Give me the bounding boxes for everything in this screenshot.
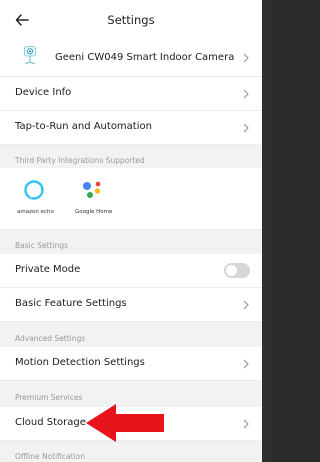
tap-to-run-label: Tap-to-Run and Automation xyxy=(15,121,152,132)
settings-screen: Settings Geeni CW049 Smart Indoor Camera… xyxy=(0,0,262,462)
section-label: Premium Services xyxy=(15,393,83,402)
app-header: Settings xyxy=(0,0,262,40)
page-title: Settings xyxy=(107,13,155,27)
chevron-right-icon xyxy=(243,419,249,429)
window-edge xyxy=(262,0,271,462)
chevron-right-icon xyxy=(243,123,249,133)
camera-icon xyxy=(24,46,36,65)
google-home-caption: Google Home xyxy=(75,209,113,215)
basic-feature-label: Basic Feature Settings xyxy=(15,298,127,309)
motion-detection-row[interactable]: Motion Detection Settings xyxy=(0,347,262,381)
device-name: Geeni CW049 Smart Indoor Camera xyxy=(55,52,235,63)
private-mode-label: Private Mode xyxy=(15,264,81,275)
section-label: Offline Notification xyxy=(15,452,86,461)
chevron-right-icon xyxy=(243,53,249,63)
alexa-caption: amazon echo xyxy=(17,209,54,215)
integrations-row: amazon echo Google Home xyxy=(0,168,262,230)
device-info-row[interactable]: Device Info xyxy=(0,77,262,111)
cloud-storage-label: Cloud Storage xyxy=(15,417,86,428)
section-label: Advanced Settings xyxy=(15,334,86,343)
device-row[interactable]: Geeni CW049 Smart Indoor Camera xyxy=(0,40,262,77)
alexa-logo[interactable]: amazon echo xyxy=(14,168,54,228)
device-info-label: Device Info xyxy=(15,87,72,98)
chevron-right-icon xyxy=(243,300,249,310)
basic-feature-row[interactable]: Basic Feature Settings xyxy=(0,288,262,322)
motion-detection-label: Motion Detection Settings xyxy=(15,357,145,368)
google-home-logo[interactable]: Google Home xyxy=(70,168,118,228)
tap-to-run-row[interactable]: Tap-to-Run and Automation xyxy=(0,111,262,145)
chevron-right-icon xyxy=(243,89,249,99)
private-mode-row: Private Mode xyxy=(0,254,262,288)
private-mode-toggle[interactable] xyxy=(224,263,250,278)
section-label: Basic Settings xyxy=(15,241,69,250)
alexa-icon xyxy=(24,180,44,200)
section-label: Third Party Integrations Supported xyxy=(15,156,145,165)
chevron-right-icon xyxy=(243,359,249,369)
red-arrow-annotation xyxy=(86,404,164,442)
google-assistant-icon xyxy=(83,181,101,198)
